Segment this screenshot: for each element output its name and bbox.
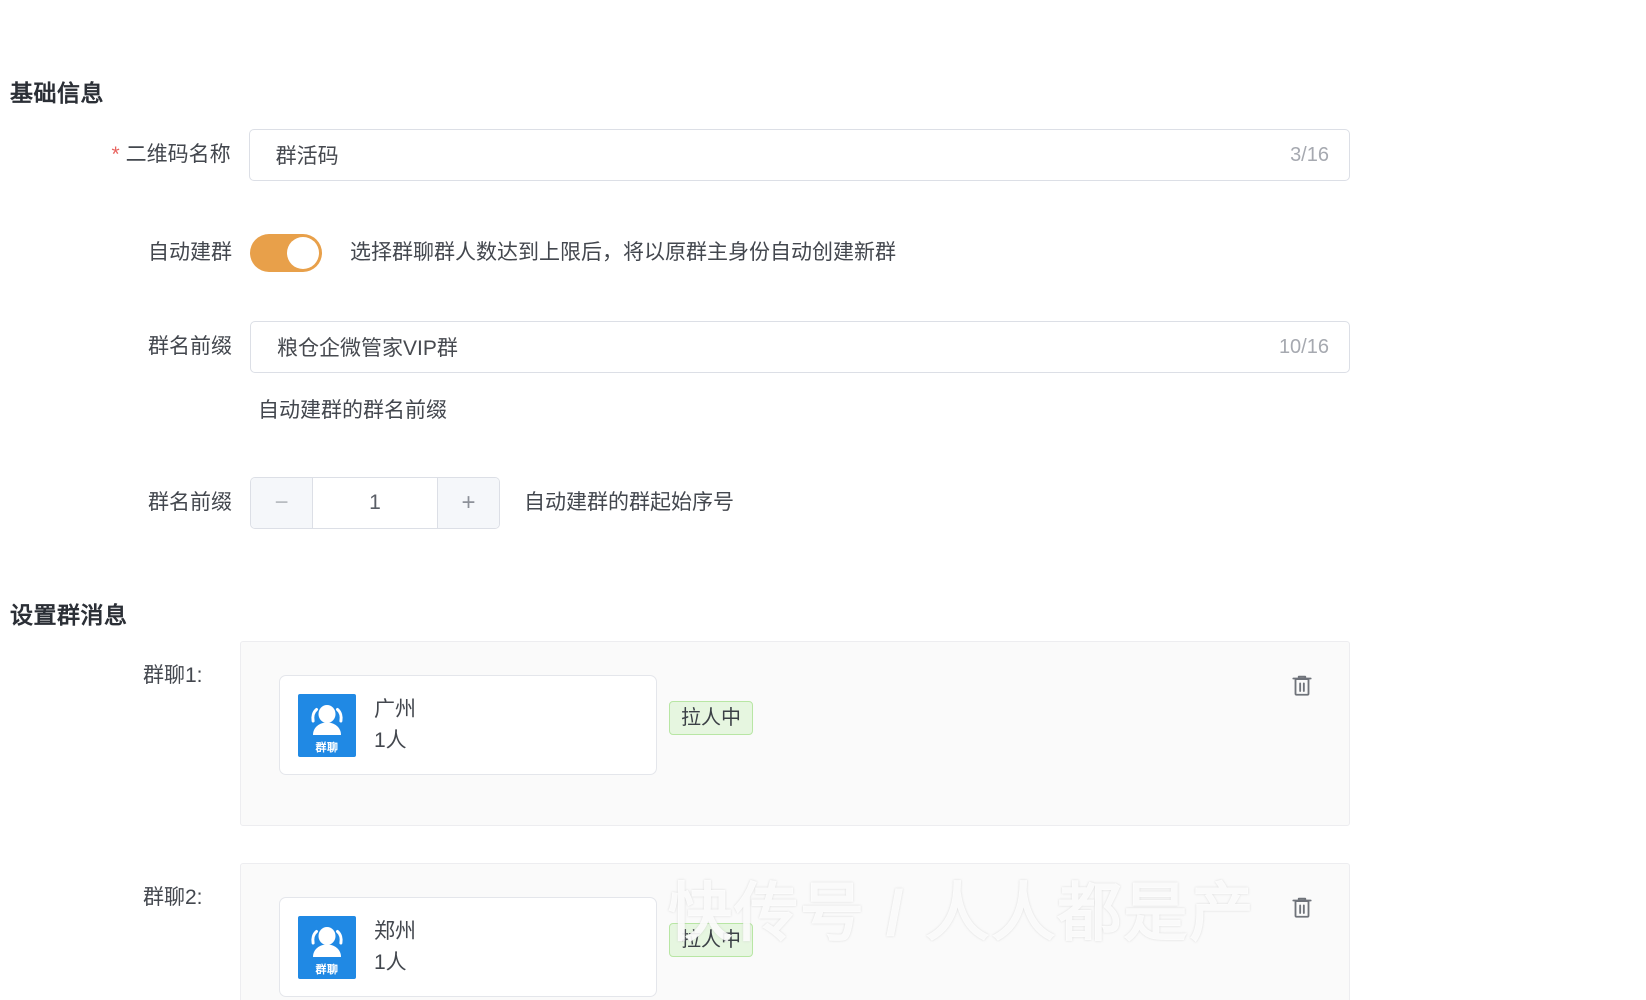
group-prefix-input[interactable] <box>251 322 1279 372</box>
chat-card-meta-2: 郑州 1人 <box>374 916 416 978</box>
auto-create-toggle[interactable] <box>250 234 322 272</box>
auto-create-description: 选择群聊群人数达到上限后，将以原群主身份自动创建新群 <box>350 241 896 264</box>
chat-group-member-count-2: 1人 <box>374 951 407 974</box>
auto-create-label: 自动建群 <box>148 241 232 264</box>
start-index-label: 群名前缀 <box>148 491 232 514</box>
status-badge-1: 拉人中 <box>669 701 753 735</box>
trash-icon <box>1292 897 1312 918</box>
qr-name-counter: 3/16 <box>1290 143 1329 166</box>
group-people-icon-svg <box>311 926 343 957</box>
chat-group-label-2: 群聊2: <box>143 886 203 909</box>
chat-group-name-2: 郑州 <box>374 920 416 943</box>
avatar-tag-label: 群聊 <box>315 741 339 754</box>
settings-page: 基础信息 * 二维码名称 3/16 自动建群 选择群聊群人数达到上限后，将以原群… <box>0 0 1646 1000</box>
start-index-stepper[interactable]: − 1 + <box>250 477 500 529</box>
avatar-tag-label: 群聊 <box>315 963 339 976</box>
toggle-knob <box>287 237 319 269</box>
auto-create-row: 自动建群 选择群聊群人数达到上限后，将以原群主身份自动创建新群 <box>10 234 1350 272</box>
group-prefix-input-wrap[interactable]: 10/16 <box>250 321 1350 373</box>
status-badge-2: 拉人中 <box>669 923 753 957</box>
chat-group-label-1: 群聊1: <box>143 664 203 687</box>
message-settings-section-title: 设置群消息 <box>10 602 128 628</box>
chat-group-name-1: 广州 <box>374 698 416 721</box>
stepper-decrement-button[interactable]: − <box>251 478 313 528</box>
delete-chat-group-button-2[interactable] <box>1285 890 1319 924</box>
chat-card-2[interactable]: 群聊 郑州 1人 <box>279 897 657 997</box>
group-people-icon-svg <box>311 704 343 735</box>
group-people-icon: 群聊 <box>298 915 356 979</box>
group-people-icon: 群聊 <box>298 693 356 757</box>
chat-group-panel-2: 群聊 郑州 1人 拉人中 <box>240 863 1350 1000</box>
required-asterisk: * <box>111 143 120 166</box>
stepper-increment-button[interactable]: + <box>437 478 499 528</box>
qr-name-row: * 二维码名称 3/16 <box>10 129 1350 181</box>
chat-card-1[interactable]: 群聊 广州 1人 <box>279 675 657 775</box>
basic-info-section-title: 基础信息 <box>10 80 104 106</box>
chat-card-meta-1: 广州 1人 <box>374 694 416 756</box>
chat-group-member-count-1: 1人 <box>374 729 407 752</box>
start-index-row: 群名前缀 − 1 + 自动建群的群起始序号 <box>10 477 1350 529</box>
qr-name-input-wrap[interactable]: 3/16 <box>248 129 1350 181</box>
group-prefix-counter: 10/16 <box>1278 335 1329 358</box>
trash-icon <box>1292 675 1312 696</box>
group-prefix-label: 群名前缀 <box>148 335 232 358</box>
qr-name-input[interactable] <box>249 130 1291 180</box>
start-index-description: 自动建群的群起始序号 <box>524 491 734 514</box>
qr-name-label: 二维码名称 <box>125 143 231 166</box>
delete-chat-group-button-1[interactable] <box>1285 668 1319 702</box>
group-prefix-helper: 自动建群的群名前缀 <box>258 399 447 422</box>
chat-group-panel-1: 群聊 广州 1人 拉人中 <box>240 641 1350 826</box>
stepper-value[interactable]: 1 <box>313 478 437 528</box>
group-prefix-row: 群名前缀 10/16 <box>10 321 1350 373</box>
